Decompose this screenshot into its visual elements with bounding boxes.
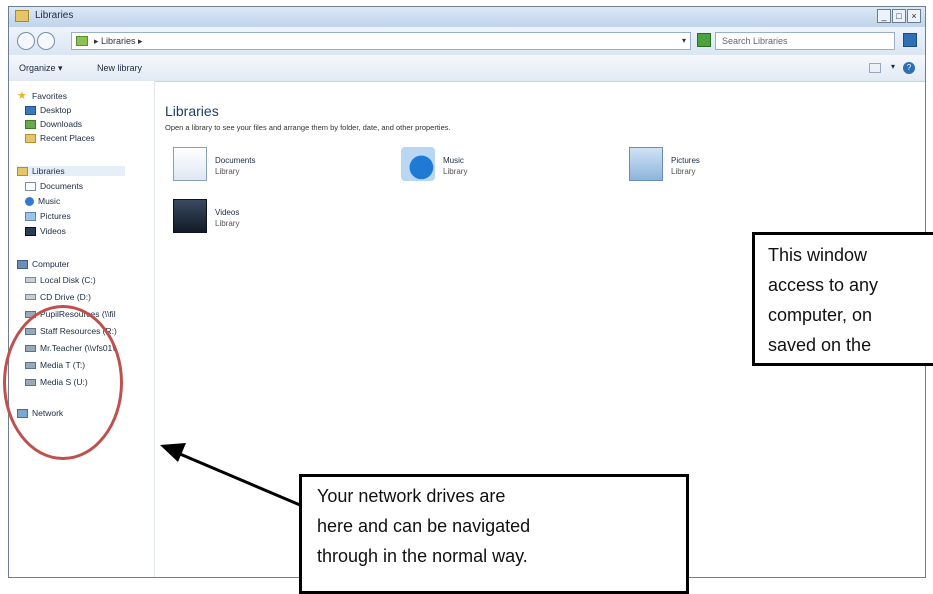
- window-info-callout: This window access to any computer, on s…: [752, 232, 933, 366]
- callout-line: This window: [768, 245, 868, 265]
- callout-line: here and can be navigated: [317, 516, 531, 536]
- network-drives-callout: Your network drives are here and can be …: [299, 474, 689, 594]
- callout-line: Your network drives are: [317, 486, 506, 506]
- callout-line: saved on the: [768, 335, 872, 355]
- callout-line: computer, on: [768, 305, 873, 325]
- callout-line: through in the normal way.: [317, 546, 528, 566]
- callout-line: access to any: [768, 275, 879, 295]
